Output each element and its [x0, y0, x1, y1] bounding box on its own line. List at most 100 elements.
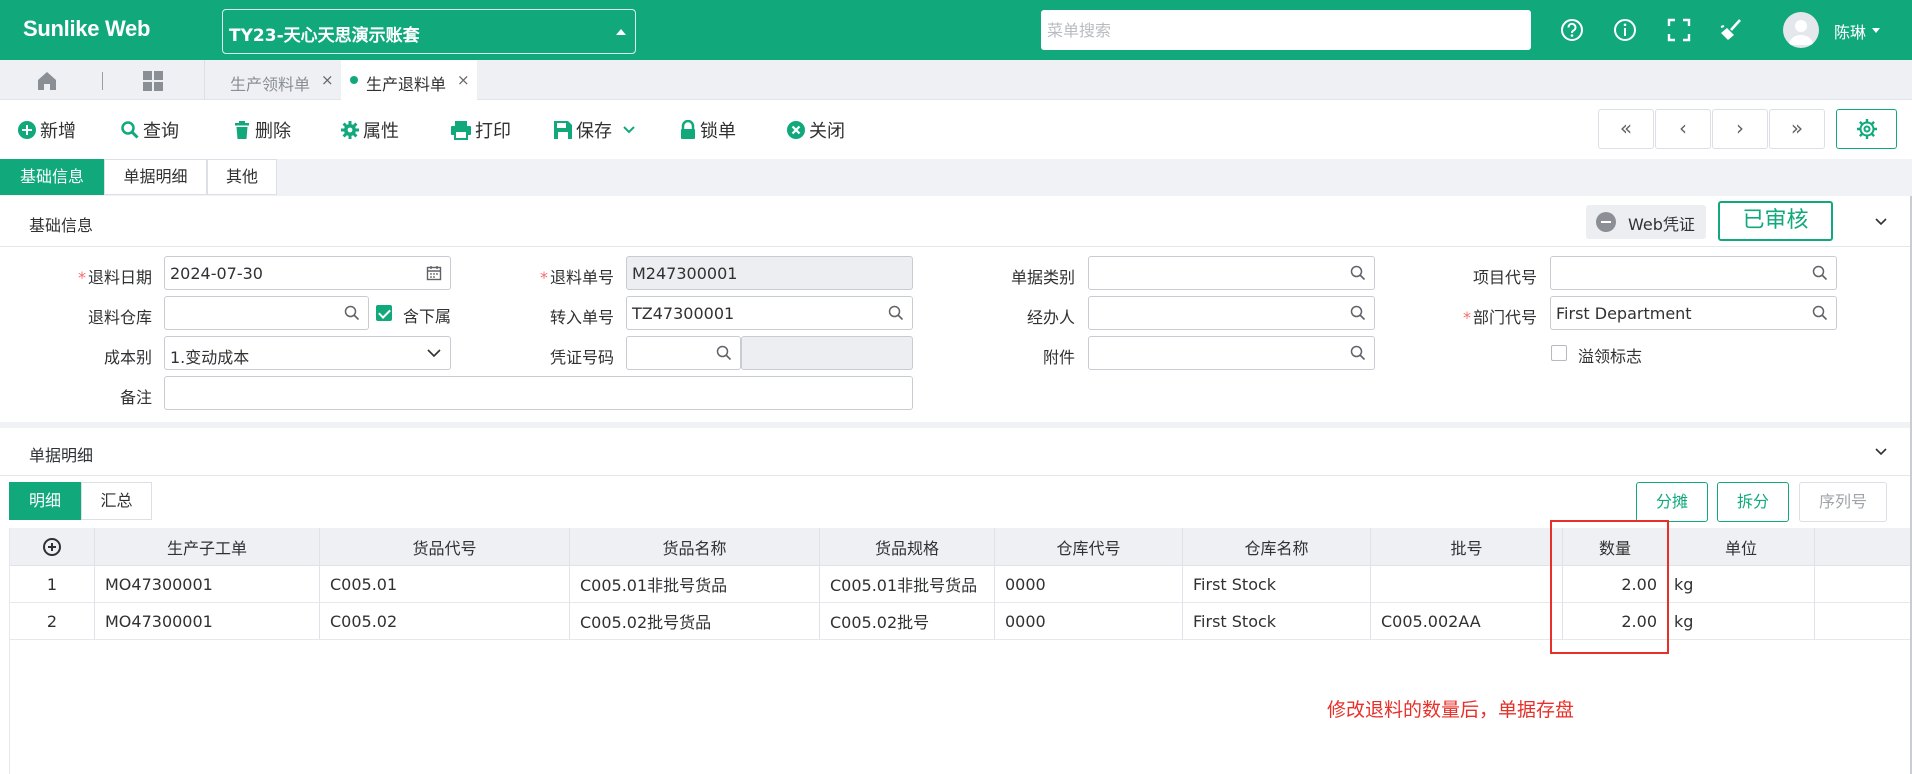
- web-voucher-button[interactable]: Web凭证: [1586, 205, 1706, 239]
- warehouse-field[interactable]: [164, 296, 369, 330]
- next-record-button[interactable]: ›: [1712, 109, 1768, 149]
- add-row-button[interactable]: [10, 528, 95, 565]
- caret-up-icon: [616, 29, 626, 35]
- cell-wh-name[interactable]: First Stock: [1183, 603, 1371, 639]
- cell-mo[interactable]: MO47300001: [95, 603, 320, 639]
- cell-wh-code[interactable]: 0000: [995, 566, 1183, 602]
- info-icon[interactable]: [1611, 16, 1639, 44]
- attachment-field[interactable]: [1088, 336, 1375, 370]
- tab-detail[interactable]: 单据明细: [104, 159, 207, 195]
- cell-item-name[interactable]: C005.02批号货品: [570, 603, 820, 639]
- search-icon[interactable]: [1350, 345, 1366, 361]
- tab-production-return[interactable]: 生产退料单 ×: [341, 60, 477, 100]
- fullscreen-icon[interactable]: [1665, 16, 1693, 44]
- column-header[interactable]: 货品规格: [820, 528, 995, 565]
- column-header[interactable]: 单位: [1668, 528, 1815, 565]
- cell-batch[interactable]: [1371, 566, 1563, 602]
- cost-type-select[interactable]: 1.变动成本: [164, 336, 451, 370]
- apps-grid-icon[interactable]: [142, 70, 164, 92]
- cell-item-name[interactable]: C005.01非批号货品: [570, 566, 820, 602]
- calendar-icon[interactable]: [426, 265, 442, 281]
- remark-field[interactable]: [164, 376, 913, 410]
- column-header[interactable]: 生产子工单: [95, 528, 320, 565]
- user-menu-caret-icon[interactable]: [1872, 28, 1880, 33]
- overflow-checkbox[interactable]: [1551, 345, 1567, 361]
- cell-unit[interactable]: kg: [1668, 603, 1815, 639]
- tab-production-picking[interactable]: 生产领料单 ×: [205, 60, 341, 100]
- column-header[interactable]: 成: [1815, 528, 1910, 565]
- label-text: 退料日期: [87, 268, 152, 287]
- chevron-down-icon[interactable]: [620, 121, 638, 139]
- cost-type-value: 1.变动成本: [170, 348, 250, 367]
- tab-detail-lines[interactable]: 明细: [9, 482, 81, 520]
- lock-button[interactable]: 锁单: [679, 117, 736, 143]
- settings-button[interactable]: [1836, 109, 1897, 149]
- menu-search-input[interactable]: [1041, 10, 1531, 50]
- column-header[interactable]: 货品名称: [570, 528, 820, 565]
- divider: [0, 475, 1910, 476]
- doc-type-field[interactable]: [1088, 256, 1375, 290]
- avatar[interactable]: [1783, 12, 1819, 48]
- print-button[interactable]: 打印: [450, 117, 511, 143]
- help-icon[interactable]: [1558, 16, 1586, 44]
- chevron-down-icon[interactable]: [1874, 215, 1888, 229]
- cell-mo[interactable]: MO47300001: [95, 566, 320, 602]
- close-icon[interactable]: ×: [457, 71, 470, 89]
- return-date-field[interactable]: 2024-07-30: [164, 256, 451, 290]
- close-button[interactable]: 关闭: [786, 117, 845, 143]
- column-header[interactable]: 仓库名称: [1183, 528, 1371, 565]
- tab-basic-info[interactable]: 基础信息: [0, 159, 104, 195]
- last-record-button[interactable]: »: [1769, 109, 1825, 149]
- cell-item-code[interactable]: C005.01: [320, 566, 570, 602]
- cell-item-spec[interactable]: C005.02批号: [820, 603, 995, 639]
- column-header[interactable]: 批号: [1371, 528, 1563, 565]
- broom-icon[interactable]: [1718, 16, 1746, 44]
- properties-button[interactable]: 属性: [340, 117, 399, 143]
- save-button[interactable]: 保存: [553, 117, 641, 143]
- first-record-button[interactable]: «: [1598, 109, 1654, 149]
- delete-button[interactable]: 删除: [232, 117, 291, 143]
- cell-unit[interactable]: kg: [1668, 566, 1815, 602]
- department-field[interactable]: First Department: [1550, 296, 1837, 330]
- close-icon[interactable]: ×: [321, 71, 334, 89]
- new-label: 新增: [40, 121, 76, 142]
- search-icon[interactable]: [1350, 305, 1366, 321]
- tab-summary[interactable]: 汇总: [81, 482, 152, 520]
- user-name[interactable]: 陈琳: [1834, 19, 1866, 43]
- serial-number-button[interactable]: 序列号: [1799, 482, 1887, 522]
- home-icon[interactable]: [36, 70, 58, 92]
- cell-wh-code[interactable]: 0000: [995, 603, 1183, 639]
- prev-record-button[interactable]: ‹: [1655, 109, 1711, 149]
- column-header[interactable]: 货品代号: [320, 528, 570, 565]
- cell-batch[interactable]: C005.002AA: [1371, 603, 1563, 639]
- return-date-value: 2024-07-30: [170, 264, 263, 283]
- search-icon[interactable]: [1812, 265, 1828, 281]
- cell-cost[interactable]: [1815, 603, 1910, 639]
- allocate-button[interactable]: 分摊: [1636, 482, 1708, 522]
- tab-other[interactable]: 其他: [207, 159, 277, 195]
- column-header[interactable]: 仓库代号: [995, 528, 1183, 565]
- search-icon[interactable]: [716, 345, 732, 361]
- new-button[interactable]: 新增: [17, 117, 76, 143]
- chevron-down-icon: [427, 349, 441, 358]
- cell-wh-name[interactable]: First Stock: [1183, 566, 1371, 602]
- voucher-no-field[interactable]: [626, 336, 741, 370]
- search-icon[interactable]: [344, 305, 360, 321]
- tab-label: 生产退料单: [366, 75, 447, 94]
- department-value: First Department: [1556, 304, 1692, 323]
- chevron-down-icon[interactable]: [1874, 445, 1888, 459]
- split-button[interactable]: 拆分: [1717, 482, 1789, 522]
- query-button[interactable]: 查询: [120, 117, 179, 143]
- transfer-no-field[interactable]: TZ47300001: [626, 296, 913, 330]
- include-sub-checkbox[interactable]: [376, 305, 392, 321]
- cell-cost[interactable]: [1815, 566, 1910, 602]
- account-selector[interactable]: TY23-天心天思演示账套: [222, 9, 636, 54]
- cell-item-code[interactable]: C005.02: [320, 603, 570, 639]
- project-field[interactable]: [1550, 256, 1837, 290]
- search-icon[interactable]: [1350, 265, 1366, 281]
- cell-item-spec[interactable]: C005.01非批号货品: [820, 566, 995, 602]
- search-icon[interactable]: [1812, 305, 1828, 321]
- return-no-label: * 退料单号: [520, 264, 614, 288]
- handler-field[interactable]: [1088, 296, 1375, 330]
- search-icon[interactable]: [888, 305, 904, 321]
